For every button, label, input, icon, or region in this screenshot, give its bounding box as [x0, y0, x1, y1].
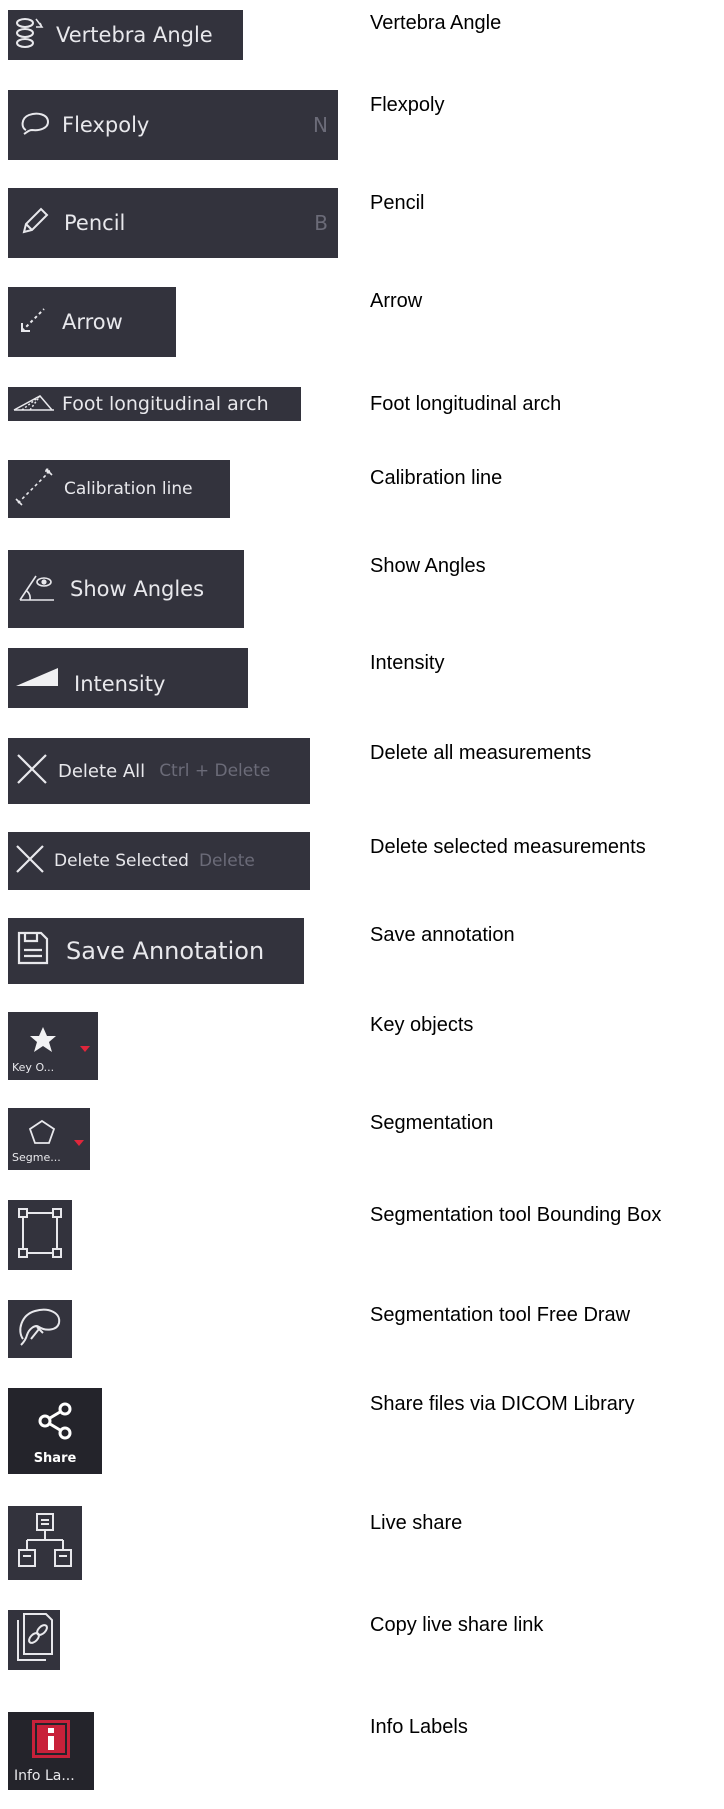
- save-icon: [16, 930, 50, 972]
- share-button[interactable]: Share: [8, 1388, 102, 1474]
- button-label: Intensity: [74, 672, 166, 696]
- pencil-icon: [20, 206, 50, 241]
- segmentation-button[interactable]: Segme...: [8, 1108, 90, 1170]
- button-label: Foot longitudinal arch: [62, 393, 269, 415]
- button-label: Delete Selected: [54, 851, 189, 871]
- description: Pencil: [370, 192, 425, 214]
- calibration-line-icon: [14, 467, 54, 512]
- save-annotation-button[interactable]: Save Annotation: [8, 918, 304, 984]
- flexpoly-button[interactable]: Flexpoly N: [8, 90, 338, 160]
- pencil-button[interactable]: Pencil B: [8, 188, 338, 258]
- copy-link-icon: [12, 1612, 56, 1668]
- segmentation-free-draw-button[interactable]: [8, 1300, 72, 1358]
- arch-icon: [12, 392, 56, 417]
- show-angles-icon: [18, 570, 56, 609]
- description: Copy live share link: [370, 1614, 544, 1636]
- arrow-icon: [18, 305, 48, 340]
- intensity-button[interactable]: Intensity: [8, 648, 248, 708]
- description: Live share: [370, 1512, 463, 1534]
- button-label: Vertebra Angle: [56, 23, 213, 47]
- description: Key objects: [370, 1014, 474, 1036]
- chevron-down-icon: [74, 1140, 84, 1146]
- lasso-icon: [20, 110, 50, 141]
- button-label: Delete All: [58, 760, 146, 782]
- description: Calibration line: [370, 467, 503, 489]
- description: Segmentation tool Bounding Box: [370, 1204, 662, 1226]
- show-angles-button[interactable]: Show Angles: [8, 550, 244, 628]
- button-label: Share: [33, 1450, 77, 1466]
- copy-live-share-link-button[interactable]: [8, 1610, 60, 1670]
- button-label: Flexpoly: [62, 113, 150, 137]
- arrow-button[interactable]: Arrow: [8, 287, 176, 357]
- close-icon: [14, 751, 50, 792]
- pentagon-icon: [28, 1119, 56, 1149]
- description: Save annotation: [370, 924, 515, 946]
- button-label: Key O...: [12, 1060, 55, 1074]
- description: Info Labels: [370, 1716, 468, 1738]
- button-label: Show Angles: [70, 577, 205, 601]
- button-label: Pencil: [64, 211, 126, 235]
- network-icon: [15, 1510, 75, 1576]
- vertebra-angle-icon: [14, 15, 50, 56]
- description: Vertebra Angle: [370, 12, 502, 34]
- star-icon: [28, 1025, 58, 1059]
- description: Segmentation tool Free Draw: [370, 1304, 631, 1326]
- vertebra-angle-button[interactable]: Vertebra Angle: [8, 10, 243, 60]
- info-labels-button[interactable]: Info La...: [8, 1712, 94, 1790]
- description: Arrow: [370, 290, 423, 312]
- key-objects-button[interactable]: Key O...: [8, 1012, 98, 1080]
- calibration-line-button[interactable]: Calibration line: [8, 460, 230, 518]
- shortcut-label: Ctrl + Delete: [159, 761, 271, 781]
- button-label: Save Annotation: [66, 937, 265, 965]
- button-label: Arrow: [62, 310, 123, 334]
- description: Show Angles: [370, 555, 486, 577]
- description: Flexpoly: [370, 94, 445, 116]
- foot-longitudinal-arch-button[interactable]: Foot longitudinal arch: [8, 387, 301, 421]
- shortcut-label: N: [313, 113, 328, 137]
- free-draw-icon: [15, 1305, 65, 1353]
- description: Delete selected measurements: [370, 836, 646, 858]
- shortcut-label: Delete: [198, 851, 255, 871]
- description: Foot longitudinal arch: [370, 393, 562, 415]
- live-share-button[interactable]: [8, 1506, 82, 1580]
- button-label: Calibration line: [64, 479, 193, 499]
- chevron-down-icon: [80, 1046, 90, 1052]
- description: Intensity: [370, 652, 445, 674]
- close-icon: [14, 843, 46, 880]
- delete-all-button[interactable]: Delete All Ctrl + Delete: [8, 738, 310, 804]
- button-label: Segme...: [12, 1150, 61, 1164]
- button-label: Info La...: [14, 1768, 75, 1784]
- share-icon: [35, 1401, 75, 1445]
- description: Share files via DICOM Library: [370, 1393, 635, 1415]
- segmentation-bounding-box-button[interactable]: [8, 1200, 72, 1270]
- bounding-box-icon: [15, 1205, 65, 1265]
- delete-selected-button[interactable]: Delete Selected Delete: [8, 832, 310, 890]
- description: Delete all measurements: [370, 742, 592, 764]
- description: Segmentation: [370, 1112, 494, 1134]
- shortcut-label: B: [314, 211, 328, 235]
- intensity-icon: [14, 662, 62, 695]
